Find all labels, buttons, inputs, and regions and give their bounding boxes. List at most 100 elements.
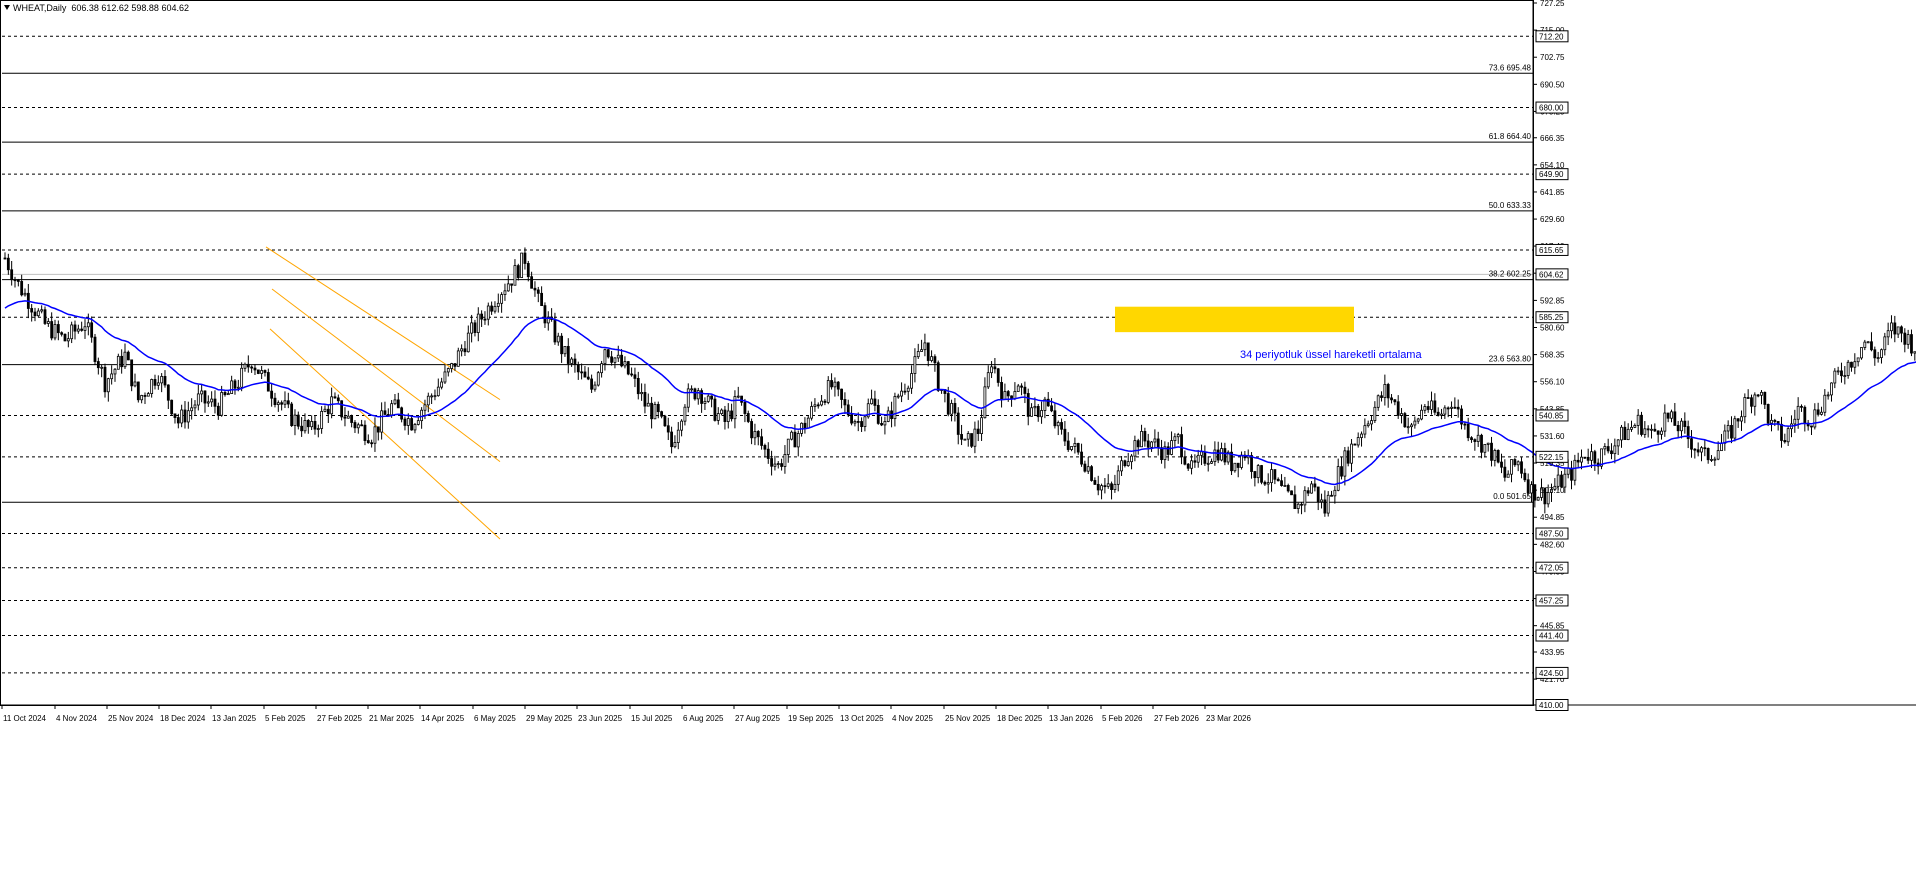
- candle-body: [506, 283, 510, 292]
- candle-body: [593, 384, 597, 390]
- time-tick-label: 27 Feb 2025: [317, 714, 362, 723]
- candle-body: [860, 421, 863, 427]
- price-tick-label: 727.25: [1540, 0, 1565, 8]
- time-tick-label: 23 Jun 2025: [578, 714, 623, 723]
- candle-body: [1643, 428, 1647, 435]
- time-tick-label: 18 Dec 2024: [160, 714, 206, 723]
- candle-body: [273, 397, 277, 405]
- candle-body: [870, 398, 873, 405]
- candle-body: [296, 414, 300, 427]
- candle-body: [243, 363, 247, 369]
- fibonacci-label: 23.6 563.80: [1489, 355, 1532, 364]
- candle-body: [760, 436, 763, 446]
- candle-body: [1386, 384, 1390, 399]
- candle-body: [1003, 391, 1007, 400]
- candle-body: [1033, 405, 1037, 409]
- candle-body: [950, 402, 953, 415]
- candle-body: [1730, 424, 1733, 439]
- candle-body: [1616, 439, 1620, 447]
- candle-body: [660, 411, 664, 417]
- candle-body: [960, 434, 963, 440]
- level-label: 410.00: [1539, 701, 1564, 710]
- candle-body: [1110, 483, 1113, 490]
- candle-body: [403, 418, 407, 426]
- candle-body: [900, 390, 903, 397]
- candle-body: [580, 371, 584, 374]
- ohlc-readout: 606.38 612.62 598.88 604.62: [71, 3, 189, 13]
- candle-body: [600, 363, 604, 374]
- candle-body: [1426, 406, 1430, 410]
- candle-body: [540, 292, 544, 307]
- candle-body: [1453, 406, 1457, 409]
- candle-body: [630, 373, 634, 376]
- candle-body: [1516, 461, 1520, 466]
- candle-body: [526, 263, 530, 278]
- candle-body: [1060, 422, 1063, 430]
- candle-body: [1766, 404, 1770, 424]
- candle-body: [796, 433, 800, 448]
- candle-body: [63, 333, 67, 342]
- candle-body: [50, 321, 54, 339]
- candle-body: [1620, 426, 1623, 441]
- candle-body: [1493, 450, 1497, 461]
- candle-body: [646, 402, 650, 407]
- candle-body: [1646, 428, 1650, 431]
- price-chart[interactable]: 73.6 695.48 61.8 664.40 50.0 633.33 38.2 60…: [0, 0, 1916, 888]
- candle-body: [156, 382, 160, 386]
- candle-body: [1876, 357, 1880, 360]
- candle-body: [103, 366, 107, 393]
- candle-body: [536, 289, 540, 294]
- candle-body: [1380, 395, 1383, 398]
- candle-body: [1676, 425, 1680, 432]
- candle-body: [1126, 461, 1130, 467]
- candle-body: [956, 412, 960, 435]
- candle-body: [1773, 419, 1777, 422]
- candle-body: [916, 351, 920, 358]
- candle-body: [1296, 503, 1300, 509]
- candle-body: [1363, 425, 1367, 435]
- candle-body: [1633, 425, 1637, 428]
- dropdown-triangle-icon[interactable]: [4, 5, 10, 10]
- candle-body: [126, 351, 130, 361]
- candle-body: [780, 463, 783, 467]
- candle-body: [850, 414, 853, 424]
- candle-body: [1156, 438, 1160, 449]
- fibonacci-label: 0.0 501.65: [1493, 492, 1531, 501]
- candle-body: [236, 386, 240, 389]
- candle-body: [1793, 418, 1797, 425]
- candle-body: [486, 305, 490, 320]
- candle-body: [1056, 422, 1060, 427]
- candle-body: [483, 318, 487, 321]
- candle-body: [1436, 411, 1440, 416]
- candle-body: [556, 335, 560, 343]
- candle-body: [433, 395, 437, 398]
- candle-body: [1586, 456, 1590, 461]
- candle-body: [493, 305, 497, 312]
- candle-body: [1716, 450, 1720, 460]
- candle-body: [46, 321, 50, 324]
- candle-body: [183, 409, 187, 423]
- candle-body: [466, 332, 470, 353]
- candle-body: [1260, 465, 1263, 483]
- candle-body: [976, 428, 980, 435]
- price-tick-label: 702.75: [1540, 53, 1565, 62]
- candle-body: [1506, 473, 1510, 478]
- candle-body: [1470, 437, 1473, 441]
- candle-body: [653, 403, 657, 420]
- candle-body: [1300, 503, 1303, 506]
- candle-body: [36, 310, 40, 317]
- candle-body: [276, 402, 280, 405]
- candle-body: [1206, 462, 1210, 465]
- candle-body: [986, 372, 990, 388]
- candle-body: [906, 387, 910, 392]
- candle-body: [1120, 460, 1123, 472]
- candle-body: [1093, 480, 1097, 485]
- candle-body: [863, 416, 867, 427]
- candle-body: [426, 395, 430, 406]
- candle-body: [606, 349, 610, 358]
- candle-body: [1503, 466, 1507, 478]
- chart-area[interactable]: WHEAT,Daily 606.38 612.62 598.88 604.62 …: [0, 0, 1916, 888]
- candle-body: [1456, 406, 1460, 410]
- candle-body: [406, 418, 410, 426]
- candle-body: [1133, 440, 1137, 457]
